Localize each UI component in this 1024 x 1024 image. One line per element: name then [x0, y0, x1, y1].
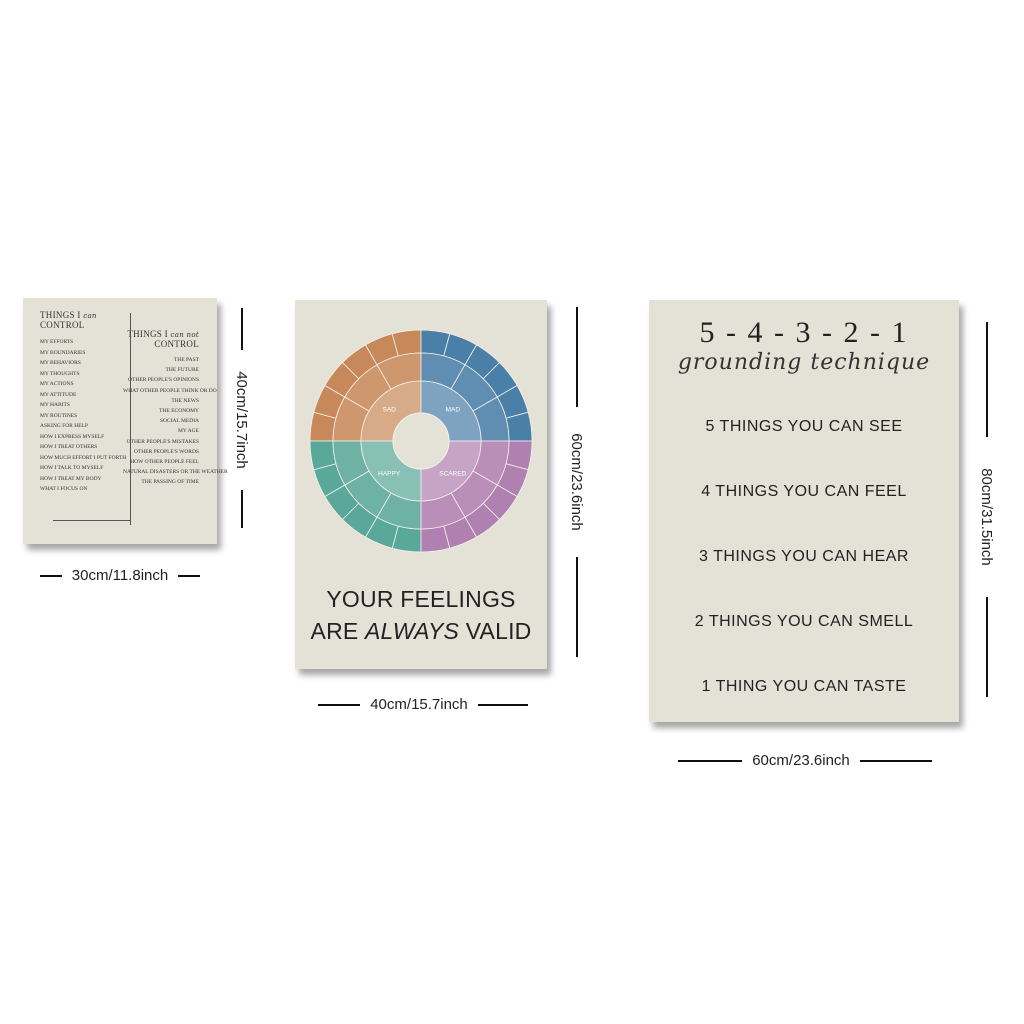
list-item: MY ROUTINES: [40, 412, 78, 419]
grounding-item-smell: 2 THINGS YOU CAN SMELL: [694, 613, 914, 630]
grounding-item-see: 5 THINGS YOU CAN SEE: [705, 418, 903, 435]
list-item: THE FUTURE: [165, 367, 199, 374]
list-item: THE NEWS: [171, 397, 199, 404]
list-item: OTHER PEOPLE'S MISTAKES: [126, 438, 199, 445]
countdown-title: 5 - 4 - 3 - 2 - 1: [699, 316, 909, 349]
list-item: MY BEHAVIORS: [40, 360, 81, 366]
dimension-label: 80cm/31.5inch: [978, 467, 996, 566]
list-item: HOW I TREAT MY BODY: [40, 475, 102, 482]
caption-part: VALID: [459, 618, 532, 644]
list-item: HOW I TREAT OTHERS: [40, 444, 98, 450]
p2-width-marker: 40cm/15.7inch: [298, 696, 548, 713]
list-item: ASKING FOR HELP: [40, 423, 88, 429]
dimension-label: 60cm/23.6inch: [752, 752, 850, 769]
dimension-rule: [986, 596, 988, 697]
dimension-rule: [39, 574, 62, 577]
title-sub: CONTROL: [154, 339, 199, 349]
list-item: WHAT OTHER PEOPLE THINK OR DO: [123, 387, 217, 394]
list-item: HOW OTHER PEOPLE FEEL: [130, 459, 199, 466]
list-item: OTHER PEOPLE'S WORDS: [133, 448, 199, 455]
dimension-label: 30cm/11.8inch: [71, 567, 169, 584]
grounding-item-feel: 4 THINGS YOU CAN FEEL: [701, 483, 907, 500]
caption-line-2: ARE ALWAYS VALID: [295, 618, 547, 645]
list-item: MY HABITS: [40, 402, 70, 408]
dimension-rule: [178, 574, 201, 577]
wheel-core-label: HAPPY: [378, 470, 401, 477]
list-item: MY ATTITUDE: [40, 391, 77, 398]
can-control-title: THINGS I can CONTROL: [40, 310, 97, 330]
title-sub: CONTROL: [40, 320, 85, 330]
cannot-control-title: THINGS I can not CONTROL: [115, 329, 199, 349]
list-item: OTHER PEOPLE'S OPINIONS: [128, 377, 199, 384]
dimension-rule: [859, 759, 932, 762]
divider-vertical: [130, 313, 131, 525]
feelings-wheel: SAD MAD HAPPY SCARED: [309, 329, 533, 553]
p1-height-marker: 40cm/15.7inch: [233, 293, 251, 543]
wheel-core-label: SAD: [382, 407, 396, 414]
list-item: NATURAL DISASTERS OR THE WEATHER: [123, 469, 228, 476]
list-item: HOW MUCH EFFORT I PUT FORTH: [40, 454, 127, 461]
list-item: WHAT I FOCUS ON: [40, 486, 88, 492]
dimension-rule: [241, 308, 243, 350]
wheel-core-label: SCARED: [439, 470, 466, 477]
title-text: THINGS I: [40, 310, 81, 320]
title-text: THINGS I: [127, 329, 168, 339]
list-item: HOW I TALK TO MYSELF: [40, 465, 104, 471]
caption-line-1: YOUR FEELINGS: [326, 586, 516, 612]
dimension-rule: [318, 703, 361, 706]
dimension-label: 60cm/23.6inch: [568, 433, 586, 531]
wheel-core-label: MAD: [446, 407, 461, 414]
caption-part: ARE: [310, 618, 366, 644]
grounding-item-hear: 3 THINGS YOU CAN HEAR: [699, 548, 909, 565]
list-item: HOW I EXPRESS MYSELF: [40, 433, 105, 440]
list-item: MY EFFORTS: [40, 339, 74, 345]
dimension-rule: [576, 557, 578, 657]
grounding-item-taste: 1 THING YOU CAN TASTE: [701, 678, 907, 695]
dimension-rule: [576, 307, 578, 407]
dimension-label: 40cm/15.7inch: [233, 371, 251, 469]
dimension-rule: [477, 703, 528, 706]
p2-height-marker: 60cm/23.6inch: [568, 292, 586, 672]
p3-width-marker: 60cm/23.6inch: [652, 752, 958, 769]
p3-height-marker: 80cm/31.5inch: [978, 293, 996, 725]
list-item: MY BOUNDARIES: [40, 349, 86, 356]
list-item: MY ACTIONS: [40, 381, 74, 387]
dimension-rule: [986, 321, 988, 437]
p1-width-marker: 30cm/11.8inch: [23, 567, 217, 584]
dimension-label: 40cm/15.7inch: [370, 696, 468, 713]
wheel-center: [392, 412, 450, 470]
caption-emphasis: ALWAYS: [365, 618, 460, 644]
list-item: MY THOUGHTS: [40, 370, 80, 377]
dimension-rule: [241, 490, 243, 528]
list-item: THE PASSING OF TIME: [141, 479, 199, 486]
divider-horizontal: [53, 520, 131, 521]
can-control-list: MY EFFORTS MY BOUNDARIES MY BEHAVIORS MY TH…: [40, 337, 126, 495]
dimension-rule: [678, 759, 743, 762]
title-script: can: [83, 312, 97, 320]
list-item: THE PAST: [173, 357, 199, 363]
title-script: can not: [170, 331, 199, 339]
grounding-subtitle: grounding technique: [677, 350, 931, 375]
